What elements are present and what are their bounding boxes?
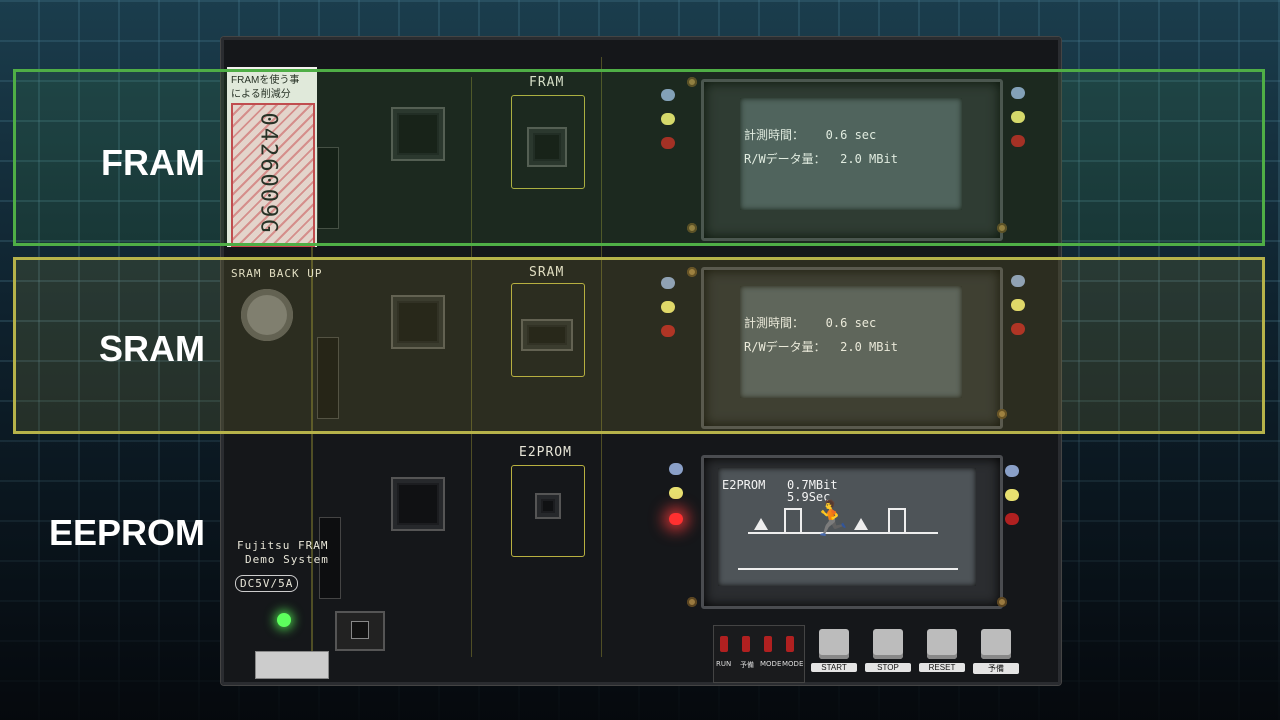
led-red-eeprom-right [1005, 513, 1019, 525]
status-label-run: RUN [716, 660, 732, 668]
led-red-eeprom-on [669, 513, 683, 525]
status-led [764, 636, 772, 652]
stop-button-label: STOP [865, 663, 911, 672]
status-label-mode1: MODE [760, 660, 782, 668]
lcd-eeprom: E2PROM 0.7MBit 5.9Sec 🏃 [718, 468, 976, 586]
lcd-eeprom-frame: E2PROM 0.7MBit 5.9Sec 🏃 [701, 455, 1003, 609]
start-button[interactable] [819, 629, 849, 659]
door-icon [784, 508, 802, 534]
status-panel: RUN 予備 MODE MODE [713, 625, 805, 683]
power-led [277, 613, 291, 627]
screw [687, 597, 697, 607]
status-led [786, 636, 794, 652]
triangle-icon [854, 518, 868, 530]
status-led [720, 636, 728, 652]
demo-label-2: Demo System [245, 553, 329, 566]
status-label-mode2: MODE [782, 660, 804, 668]
row-label-eeprom: EEPROM [48, 512, 205, 553]
led-blue-eeprom [669, 463, 683, 475]
spare-button-label: 予備 [973, 663, 1019, 674]
triangle-icon [754, 518, 768, 530]
e2prom-chip [535, 493, 561, 519]
power-switch-rocker[interactable] [351, 621, 369, 639]
reset-button[interactable] [927, 629, 957, 659]
led-blue-eeprom-right [1005, 465, 1019, 477]
row-label-fram: FRAM [101, 142, 205, 183]
stop-button[interactable] [873, 629, 903, 659]
power-label: DC5V/5A [235, 575, 299, 592]
door-icon [888, 508, 906, 534]
status-led [742, 636, 750, 652]
power-switch[interactable] [335, 611, 385, 651]
spare-button[interactable] [981, 629, 1011, 659]
status-label-spare: 予備 [740, 661, 754, 669]
e2prom-silk-label: E2PROM [519, 445, 572, 460]
demo-label-1: Fujitsu FRAM [237, 539, 329, 552]
screw [997, 597, 1007, 607]
mcu-chip-eeprom [391, 477, 445, 531]
row-label-sram: SRAM [99, 328, 205, 369]
reset-button-label: RESET [919, 663, 965, 672]
led-yellow-eeprom-right [1005, 489, 1019, 501]
runner-icon: 🏃 [810, 499, 853, 539]
start-button-label: START [811, 663, 857, 672]
usb-connector [255, 651, 329, 679]
lcd-bottom-line [738, 568, 958, 570]
led-yellow-eeprom [669, 487, 683, 499]
